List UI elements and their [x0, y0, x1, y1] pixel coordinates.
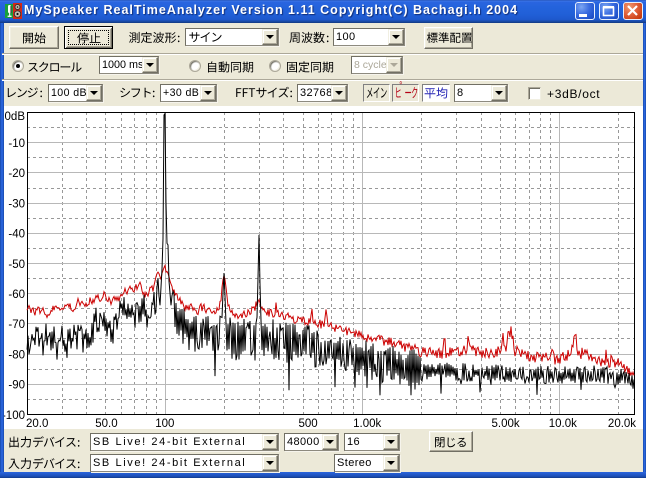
- svg-text:-30: -30: [8, 198, 25, 210]
- svg-text:20.0: 20.0: [26, 418, 48, 429]
- svg-text:20.0k: 20.0k: [608, 418, 636, 429]
- svg-text:-90: -90: [8, 380, 25, 392]
- svg-text:-20: -20: [8, 168, 25, 180]
- svg-text:-70: -70: [8, 319, 25, 331]
- svg-text:0dB: 0dB: [5, 111, 26, 123]
- svg-text:10.0k: 10.0k: [549, 418, 577, 429]
- svg-text:100: 100: [155, 418, 174, 429]
- svg-text:-100: -100: [4, 410, 25, 422]
- svg-text:1.00k: 1.00k: [353, 418, 381, 429]
- svg-text:-40: -40: [8, 229, 25, 241]
- svg-text:-10: -10: [8, 138, 25, 150]
- svg-text:500: 500: [299, 418, 318, 429]
- svg-text:50.0: 50.0: [95, 418, 117, 429]
- svg-text:-60: -60: [8, 289, 25, 301]
- svg-text:5.00k: 5.00k: [492, 418, 520, 429]
- svg-text:-80: -80: [8, 349, 25, 361]
- svg-text:-50: -50: [8, 259, 25, 271]
